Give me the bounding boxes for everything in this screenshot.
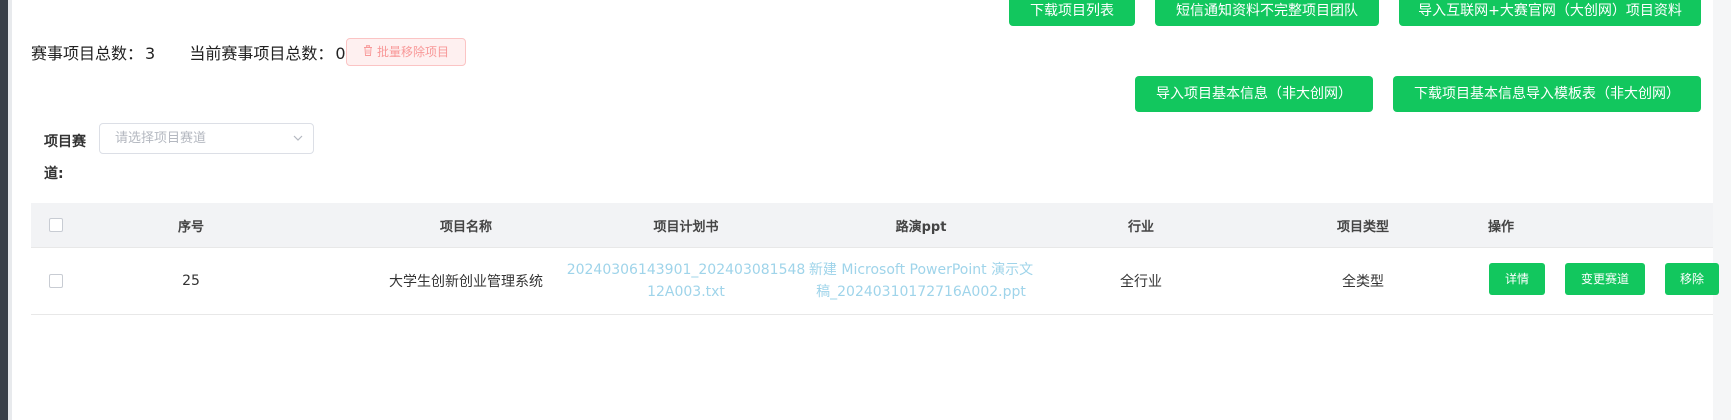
project-stats: 赛事项目总数： 3 当前赛事项目总数： 0	[31, 40, 348, 64]
current-label: 当前赛事项目总数：	[189, 44, 334, 63]
import-basic-info-button[interactable]: 导入项目基本信息（非大创网）	[1135, 76, 1373, 112]
row-ppt-link[interactable]: 新建 Microsoft PowerPoint 演示文 稿_2024031017…	[806, 248, 1036, 314]
row-plan-link[interactable]: 20240306143901_202403081548 12A003.txt	[567, 248, 806, 314]
import-internet-plus-button[interactable]: 导入互联网+大赛官网（大创网）项目资料	[1399, 0, 1701, 26]
row-select[interactable]	[31, 248, 81, 314]
track-select-placeholder: 请选择项目赛道	[115, 131, 207, 146]
download-project-list-button[interactable]: 下载项目列表	[1009, 0, 1135, 26]
header-name: 项目名称	[439, 219, 492, 235]
total-label: 赛事项目总数：	[31, 44, 144, 63]
scrollbar-track[interactable]	[1713, 0, 1731, 420]
trash-icon	[363, 40, 373, 66]
table-header: 序号 项目名称 项目计划书 路演ppt 行业 项目类型 操作	[31, 203, 1713, 248]
chevron-down-icon	[293, 135, 303, 141]
ppt-link-line2[interactable]: 稿_20240310172716A002.ppt	[816, 281, 1026, 303]
header-plan: 项目计划书	[653, 219, 719, 235]
header-index: 序号	[177, 219, 204, 235]
header-industry: 行业	[1127, 219, 1154, 235]
row-checkbox[interactable]	[49, 274, 63, 288]
project-management-page: 下载项目列表 短信通知资料不完整项目团队 导入互联网+大赛官网（大创网）项目资料…	[0, 0, 1731, 420]
current-value: 0	[335, 44, 346, 63]
bulk-remove-label: 批量移除项目	[376, 45, 449, 59]
select-all-checkbox[interactable]	[49, 218, 63, 232]
sms-notify-button[interactable]: 短信通知资料不完整项目团队	[1155, 0, 1379, 26]
header-type: 项目类型	[1336, 219, 1389, 235]
track-select[interactable]: 请选择项目赛道	[99, 123, 314, 154]
plan-link-line2[interactable]: 12A003.txt	[647, 281, 725, 303]
detail-button[interactable]: 详情	[1489, 263, 1545, 295]
download-template-button[interactable]: 下载项目基本信息导入模板表（非大创网）	[1393, 76, 1701, 112]
change-track-button[interactable]: 变更赛道	[1565, 263, 1645, 295]
row-type: 全类型	[1342, 274, 1384, 290]
track-filter-label: 项目赛道:	[44, 134, 86, 182]
row-industry: 全行业	[1120, 274, 1162, 290]
ppt-link-line1[interactable]: 新建 Microsoft PowerPoint 演示文	[809, 259, 1033, 281]
plan-link-line1[interactable]: 20240306143901_202403081548	[567, 259, 806, 281]
sidebar-edge	[0, 0, 12, 420]
row-index: 25	[182, 273, 200, 289]
header-ppt: 路演ppt	[895, 219, 947, 235]
remove-button[interactable]: 移除	[1665, 263, 1719, 295]
bulk-remove-button[interactable]: 批量移除项目	[346, 38, 466, 66]
project-table: 序号 项目名称 项目计划书 路演ppt 行业 项目类型 操作 25 大学生创新创…	[31, 203, 1719, 315]
total-value: 3	[145, 44, 156, 63]
header-actions: 操作	[1487, 219, 1514, 235]
row-project-name: 大学生创新创业管理系统	[389, 274, 543, 290]
table-row: 25 大学生创新创业管理系统 20240306143901_2024030815…	[31, 248, 1719, 315]
header-select-all[interactable]	[31, 203, 81, 247]
